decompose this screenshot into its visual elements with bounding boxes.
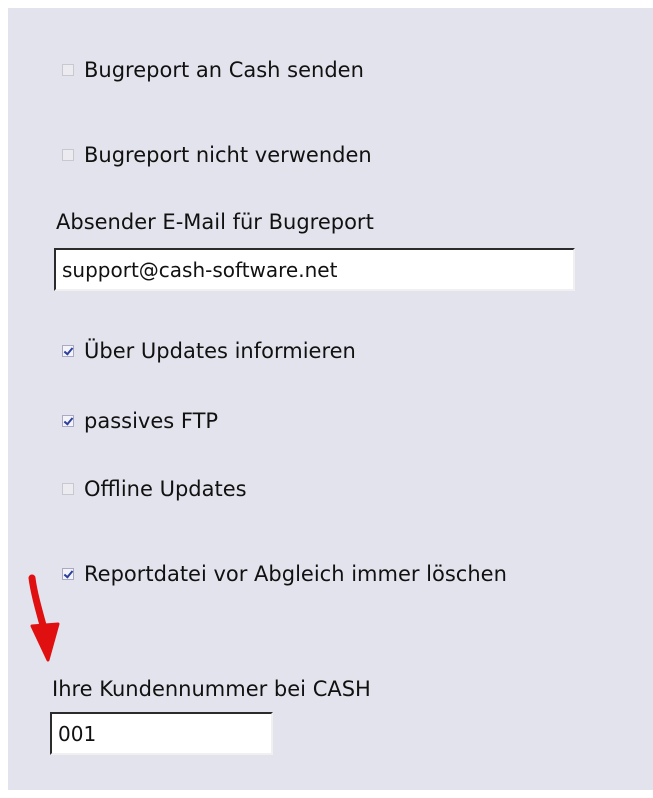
passive-ftp-label: passives FTP [84,409,219,433]
offline-updates-checkbox[interactable] [62,483,74,495]
customer-number-label: Ihre Kundennummer bei CASH [52,677,371,701]
bugreport-send-checkbox[interactable] [62,64,74,76]
bugreport-disable-label: Bugreport nicht verwenden [84,143,372,167]
inform-updates-option[interactable]: Über Updates informieren [62,339,356,363]
offline-updates-label: Offline Updates [84,477,247,501]
red-arrow-annotation-icon [28,574,60,662]
inform-updates-checkbox[interactable] [62,345,74,357]
offline-updates-option[interactable]: Offline Updates [62,477,247,501]
settings-panel [8,8,653,790]
customer-number-input[interactable] [50,712,273,755]
bugreport-disable-checkbox[interactable] [62,149,74,161]
bugreport-send-label: Bugreport an Cash senden [84,58,364,82]
passive-ftp-checkbox[interactable] [62,415,74,427]
passive-ftp-option[interactable]: passives FTP [62,409,218,433]
sender-email-label: Absender E-Mail für Bugreport [56,210,374,234]
bugreport-send-option[interactable]: Bugreport an Cash senden [62,58,364,82]
bugreport-disable-option[interactable]: Bugreport nicht verwenden [62,143,372,167]
sender-email-input[interactable] [54,248,575,291]
inform-updates-label: Über Updates informieren [84,339,356,363]
delete-report-option[interactable]: Reportdatei vor Abgleich immer löschen [62,562,507,586]
delete-report-label: Reportdatei vor Abgleich immer löschen [84,562,507,586]
